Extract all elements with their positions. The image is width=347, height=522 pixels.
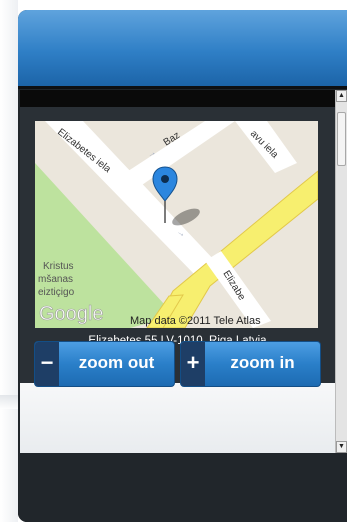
- scroll-down-arrow-icon[interactable]: ▼: [336, 441, 347, 453]
- scrollbar-thumb[interactable]: [337, 112, 346, 166]
- minus-icon: −: [35, 342, 59, 386]
- page-backdrop: [0, 0, 18, 522]
- map-attribution: Map data ©2011 Tele Atlas: [130, 315, 261, 327]
- poi-label: Kristus: [43, 261, 74, 272]
- map-view[interactable]: → → Elizabetes iela Baz avu iela Elizabe…: [35, 121, 318, 328]
- content-lower-panel: [20, 383, 335, 453]
- map-canvas[interactable]: → → Elizabetes iela Baz avu iela Elizabe…: [35, 121, 318, 328]
- app-header-bar: [18, 10, 347, 86]
- poi-label: mšanas: [38, 274, 73, 285]
- google-logo: Google: [39, 303, 104, 325]
- scroll-up-arrow-icon[interactable]: ▲: [336, 90, 347, 102]
- zoom-out-label: zoom out: [78, 353, 155, 372]
- webview-content: → → Elizabetes iela Baz avu iela Elizabe…: [20, 90, 335, 453]
- bottom-toolbar: [18, 453, 347, 522]
- header-divider: [18, 86, 347, 89]
- zoom-out-button[interactable]: − zoom out: [34, 341, 175, 387]
- vertical-scrollbar[interactable]: ▲ ▼: [335, 90, 347, 453]
- poi-label: eiztiçigo: [38, 287, 75, 298]
- plus-icon: +: [181, 342, 205, 386]
- zoom-in-button[interactable]: + zoom in: [180, 341, 321, 387]
- zoom-in-label: zoom in: [230, 353, 295, 372]
- device-frame: → → Elizabetes iela Baz avu iela Elizabe…: [18, 10, 347, 522]
- content-top-strip: [20, 90, 335, 107]
